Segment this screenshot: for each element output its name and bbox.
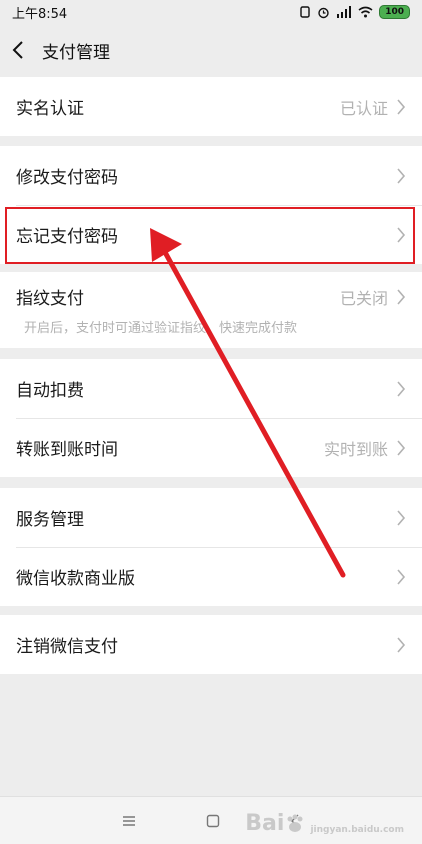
row-transfer-time[interactable]: 转账到账时间 实时到账 bbox=[0, 418, 422, 477]
fees-group: 自动扣费 转账到账时间 实时到账 bbox=[0, 359, 422, 477]
signal-icon bbox=[337, 6, 352, 18]
realname-group: 实名认证 已认证 bbox=[0, 77, 422, 136]
row-auto-deduct[interactable]: 自动扣费 bbox=[0, 359, 422, 418]
row-label: 实名认证 bbox=[16, 99, 84, 119]
row-label: 服务管理 bbox=[16, 510, 84, 530]
chevron-right-icon bbox=[397, 439, 406, 456]
row-business-collection[interactable]: 微信收款商业版 bbox=[0, 547, 422, 606]
row-label: 转账到账时间 bbox=[16, 440, 118, 460]
row-change-password[interactable]: 修改支付密码 bbox=[0, 146, 422, 205]
row-realname[interactable]: 实名认证 已认证 bbox=[0, 77, 422, 136]
row-forgot-password[interactable]: 忘记支付密码 bbox=[0, 205, 422, 264]
status-icons: 100 bbox=[299, 5, 410, 19]
watermark-brand: Bai bbox=[245, 811, 285, 836]
chevron-right-icon bbox=[397, 636, 406, 653]
menu-icon[interactable] bbox=[122, 815, 136, 827]
fingerprint-group: 指纹支付 已关闭 开启后，支付时可通过验证指纹，快速完成付款 bbox=[0, 272, 422, 348]
row-description: 开启后，支付时可通过验证指纹，快速完成付款 bbox=[24, 321, 298, 336]
row-label: 微信收款商业版 bbox=[16, 569, 135, 589]
cancel-group: 注销微信支付 bbox=[0, 615, 422, 674]
screen-rotate-icon bbox=[300, 6, 310, 18]
wifi-icon bbox=[358, 6, 373, 18]
alarm-icon bbox=[318, 7, 329, 18]
watermark-site: jingyan.baidu.com bbox=[310, 825, 404, 835]
row-label: 自动扣费 bbox=[16, 381, 84, 401]
nav-bar: 支付管理 bbox=[0, 24, 422, 76]
page-title: 支付管理 bbox=[42, 42, 110, 63]
chevron-right-icon bbox=[397, 98, 406, 115]
row-cancel-wechat-pay[interactable]: 注销微信支付 bbox=[0, 615, 422, 674]
chevron-right-icon bbox=[397, 380, 406, 397]
chevron-right-icon bbox=[397, 509, 406, 526]
chevron-right-icon bbox=[397, 288, 406, 305]
services-group: 服务管理 微信收款商业版 bbox=[0, 488, 422, 606]
row-label: 注销微信支付 bbox=[16, 637, 118, 657]
home-icon[interactable] bbox=[206, 814, 220, 828]
row-value: 已认证 bbox=[339, 98, 388, 118]
status-bar: 上午8:54 100 bbox=[0, 0, 422, 24]
row-label: 修改支付密码 bbox=[16, 168, 118, 188]
chevron-right-icon bbox=[397, 226, 406, 243]
baidu-watermark: Bai jingyan.baidu.com bbox=[245, 811, 404, 836]
status-time: 上午8:54 bbox=[12, 6, 68, 22]
password-group: 修改支付密码 忘记支付密码 bbox=[0, 146, 422, 264]
chevron-right-icon bbox=[397, 568, 406, 585]
battery-icon: 100 bbox=[379, 5, 410, 19]
row-value: 已关闭 bbox=[339, 288, 388, 308]
back-icon[interactable] bbox=[12, 40, 32, 60]
chevron-right-icon bbox=[397, 167, 406, 184]
row-service-management[interactable]: 服务管理 bbox=[0, 488, 422, 547]
row-label: 忘记支付密码 bbox=[16, 227, 118, 247]
row-label: 指纹支付 bbox=[16, 289, 84, 309]
row-value: 实时到账 bbox=[323, 439, 388, 459]
row-fingerprint[interactable]: 指纹支付 已关闭 开启后，支付时可通过验证指纹，快速完成付款 bbox=[0, 272, 422, 348]
paw-icon bbox=[287, 814, 303, 832]
